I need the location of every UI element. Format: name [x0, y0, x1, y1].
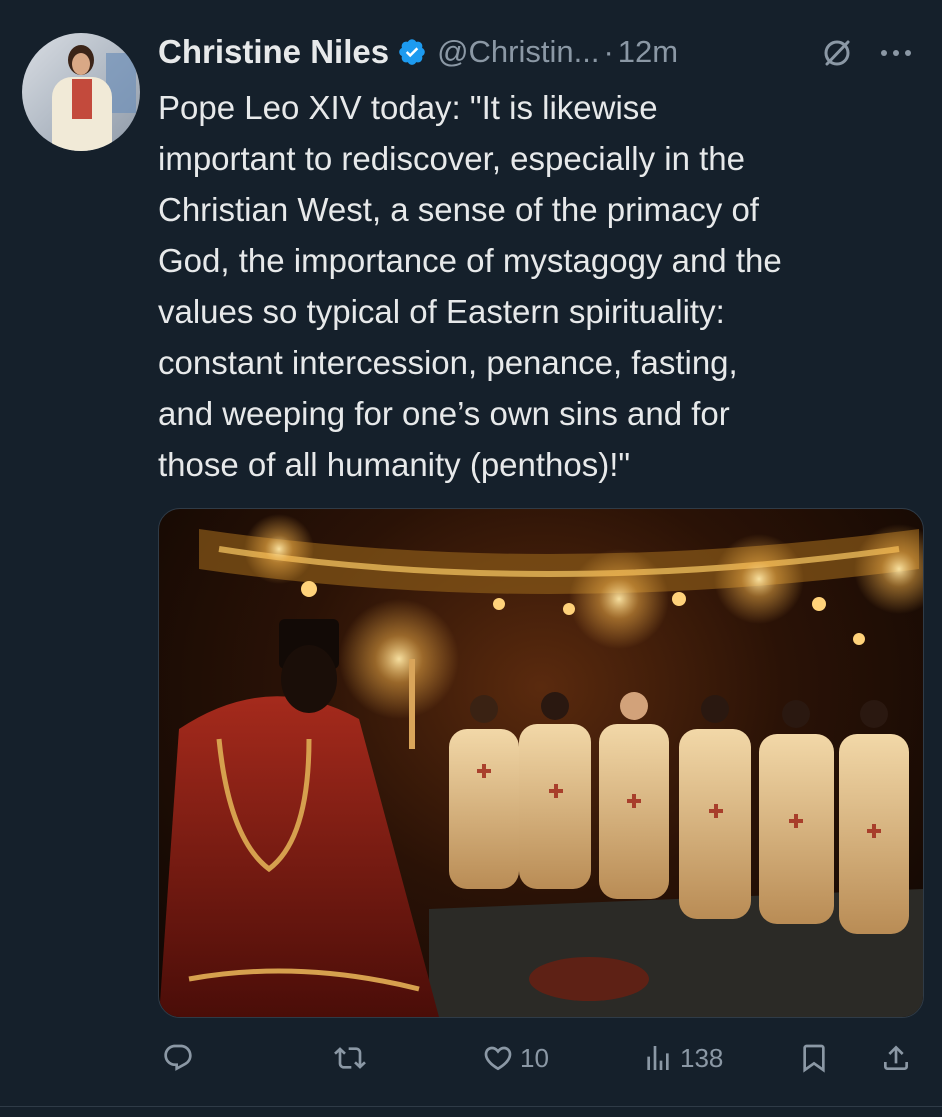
more-icon[interactable] — [876, 36, 916, 70]
views-icon — [647, 1046, 669, 1070]
views-button[interactable]: 138 — [642, 1036, 723, 1080]
tweet-timestamp[interactable]: 12m — [618, 34, 678, 70]
like-icon — [484, 1046, 512, 1071]
retweet-icon — [334, 1047, 366, 1069]
avatar-figure-face — [72, 53, 90, 75]
like-button[interactable]: 10 — [482, 1036, 549, 1080]
tweet-text: Pope Leo XIV today: "It is likewise impo… — [158, 89, 782, 483]
header-separator: · — [603, 34, 614, 69]
tweet-divider — [0, 1106, 942, 1107]
bookmark-icon — [803, 1044, 825, 1073]
share-button[interactable] — [880, 1036, 912, 1080]
mute-icon[interactable] — [820, 36, 854, 70]
reply-button[interactable] — [162, 1036, 194, 1080]
tweet-media-image[interactable] — [158, 508, 924, 1018]
retweet-button[interactable] — [334, 1036, 366, 1080]
share-icon — [884, 1045, 908, 1070]
author-name[interactable]: Christine Niles — [158, 33, 389, 71]
author-handle[interactable]: @Christin... — [437, 34, 599, 70]
verified-badge-icon — [399, 39, 425, 65]
reply-icon — [164, 1044, 192, 1071]
liturgy-photo — [159, 514, 923, 1017]
tweet-header: Christine Niles @Christin... · 12m — [158, 32, 678, 72]
tweet-actions: 10 138 — [158, 1036, 922, 1080]
bookmark-button[interactable] — [798, 1036, 830, 1080]
avatar-figure-shirt — [72, 79, 92, 119]
view-count: 138 — [680, 1042, 724, 1073]
avatar[interactable] — [22, 33, 140, 151]
like-count: 10 — [520, 1042, 549, 1073]
